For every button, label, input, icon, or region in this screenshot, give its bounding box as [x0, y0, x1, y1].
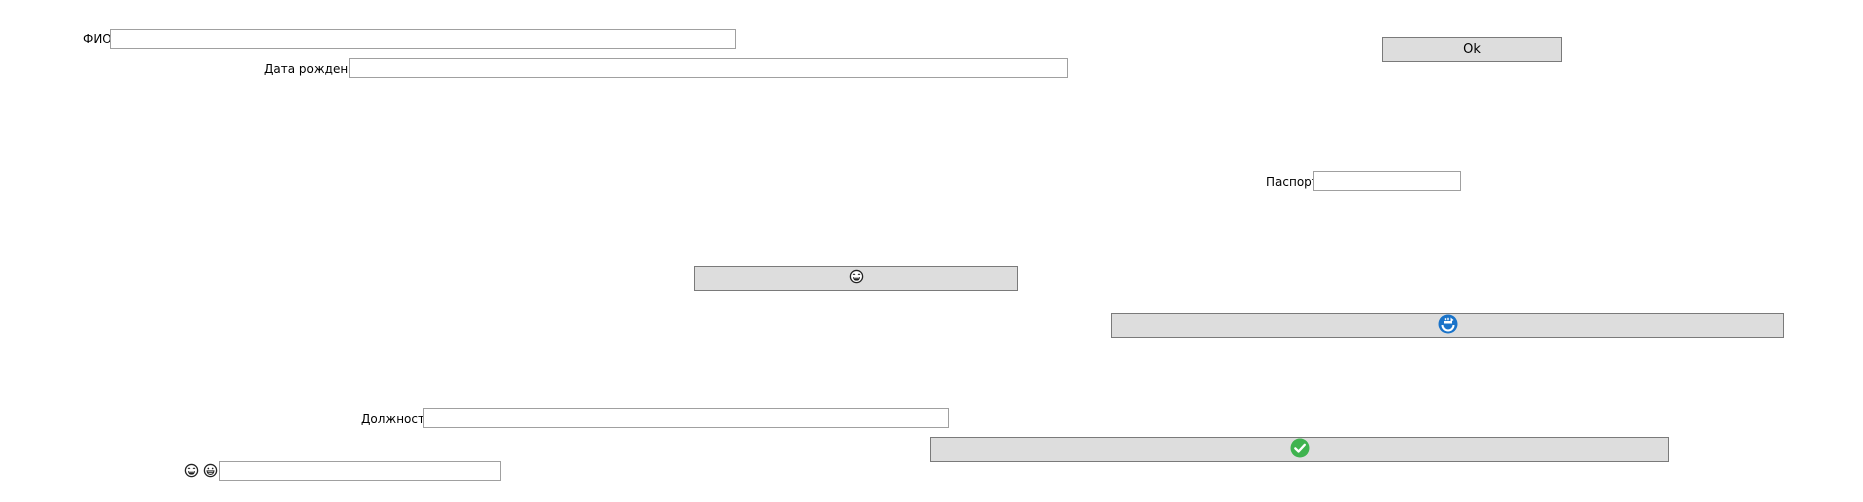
emoji-button[interactable] — [694, 266, 1018, 291]
ok-button[interactable]: Ok — [1382, 37, 1562, 62]
laughing-face-icon — [849, 269, 864, 288]
check-button[interactable] — [930, 437, 1669, 462]
refresh-button[interactable] — [1111, 313, 1784, 338]
fio-input[interactable] — [110, 29, 736, 49]
passport-label: Паспорт — [1266, 175, 1319, 189]
laughing-face-icon — [184, 463, 199, 482]
check-circle-icon — [1290, 438, 1310, 462]
refresh-icon — [1438, 314, 1458, 338]
emoji-input[interactable] — [219, 461, 501, 481]
emoji-label — [184, 463, 218, 482]
grinning-face-icon — [203, 463, 218, 482]
fio-label: ФИО — [83, 32, 112, 46]
position-input[interactable] — [423, 408, 949, 428]
position-label: Должность — [361, 412, 433, 426]
birthdate-input[interactable] — [349, 58, 1068, 78]
ok-button-label: Ok — [1463, 42, 1481, 57]
passport-input[interactable] — [1313, 171, 1461, 191]
form-window: ФИО Дата рождения Ok Паспорт Должность — [0, 0, 1863, 502]
